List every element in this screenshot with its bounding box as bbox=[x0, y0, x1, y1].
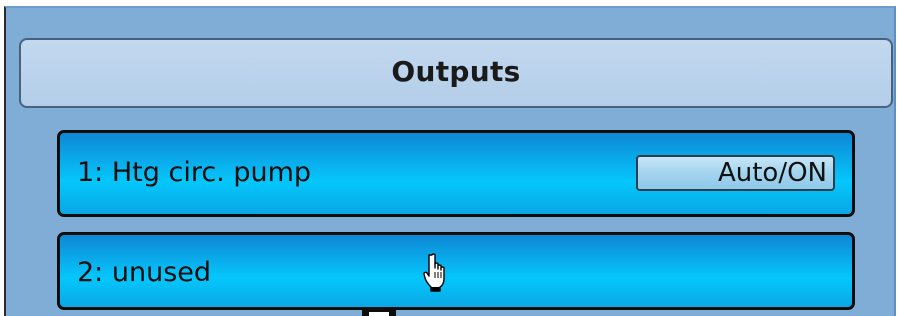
outputs-header: Outputs bbox=[19, 38, 893, 108]
output-status-button-1[interactable]: Auto/ON bbox=[636, 155, 835, 191]
scroll-indicator[interactable] bbox=[362, 308, 396, 316]
page-title: Outputs bbox=[391, 54, 521, 88]
output-label-2: 2: unused bbox=[77, 256, 212, 288]
app-frame: Outputs 1: Htg circ. pump Auto/ON 2: unu… bbox=[0, 0, 898, 316]
output-row-2[interactable]: 2: unused bbox=[57, 232, 855, 310]
hand-pointer-icon bbox=[423, 253, 449, 293]
output-row-1[interactable]: 1: Htg circ. pump Auto/ON bbox=[57, 130, 855, 217]
output-label-1: 1: Htg circ. pump bbox=[77, 156, 312, 188]
